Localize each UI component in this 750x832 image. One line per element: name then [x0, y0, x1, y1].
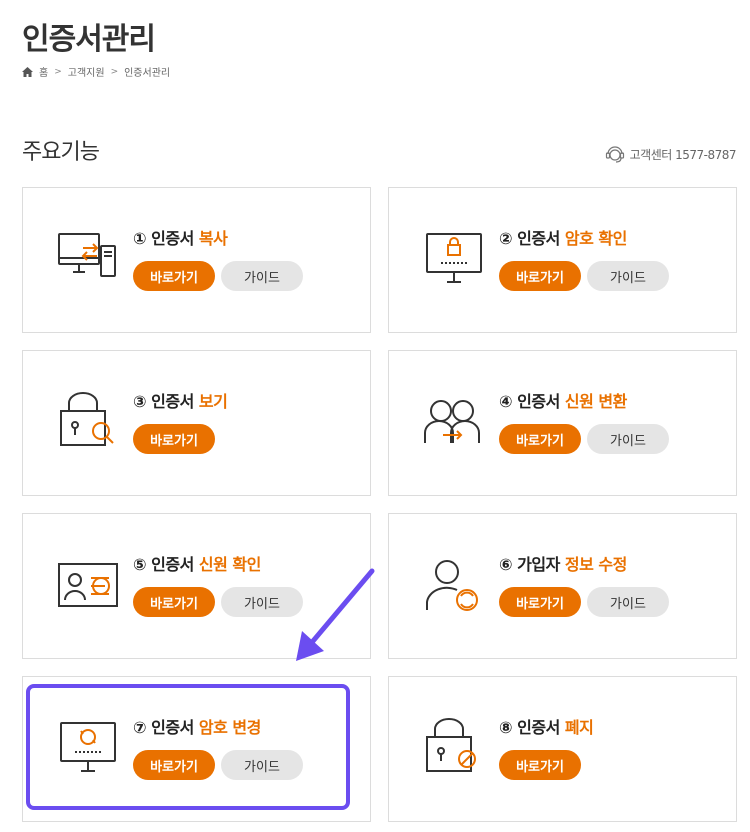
go-button[interactable]: 바로가기 — [133, 587, 215, 617]
guide-button[interactable]: 가이드 — [587, 587, 669, 617]
go-button[interactable]: 바로가기 — [499, 750, 581, 780]
annotation-arrow-icon — [296, 568, 375, 661]
card-title: ④ 인증서 신원 변환 — [499, 392, 627, 411]
pc-transfer-icon — [58, 233, 116, 277]
guide-button[interactable]: 가이드 — [587, 261, 669, 291]
card-cert-identity-convert: ④ 인증서 신원 변환 바로가기 가이드 — [388, 350, 737, 496]
go-button[interactable]: 바로가기 — [499, 424, 581, 454]
card-subscriber-info-edit: ⑥ 가입자 정보 수정 바로가기 가이드 — [388, 513, 737, 659]
breadcrumb-separator: > — [54, 66, 62, 77]
card-title: ② 인증서 암호 확인 — [499, 229, 627, 248]
headset-icon — [605, 146, 624, 163]
annotation-highlight-box — [26, 684, 350, 810]
go-button[interactable]: 바로가기 — [499, 261, 581, 291]
card-title: ③ 인증서 보기 — [133, 392, 228, 411]
breadcrumb-support[interactable]: 고객지원 — [68, 64, 105, 79]
card-title: ⑤ 인증서 신원 확인 — [133, 555, 261, 574]
customer-center: 고객센터 1577-8787 — [603, 142, 737, 166]
go-button[interactable]: 바로가기 — [133, 424, 215, 454]
lock-search-icon — [60, 392, 114, 446]
card-cert-view: ③ 인증서 보기 바로가기 — [22, 350, 371, 496]
id-card-icon — [58, 563, 118, 607]
card-title: ① 인증서 복사 — [133, 229, 228, 248]
card-cert-password-check: ② 인증서 암호 확인 바로가기 가이드 — [388, 187, 737, 333]
customer-center-label: 고객센터 1577-8787 — [629, 147, 737, 162]
card-title: ⑧ 인증서 폐지 — [499, 718, 594, 737]
lock-ban-icon — [426, 718, 476, 772]
users-transfer-icon — [424, 400, 480, 443]
section-title: 주요기능 — [22, 140, 100, 165]
guide-button[interactable]: 가이드 — [221, 261, 303, 291]
go-button[interactable]: 바로가기 — [133, 261, 215, 291]
card-cert-revoke: ⑧ 인증서 폐지 바로가기 — [388, 676, 737, 822]
breadcrumb-home[interactable]: 홈 — [39, 64, 48, 79]
go-button[interactable]: 바로가기 — [499, 587, 581, 617]
home-icon[interactable] — [22, 66, 33, 77]
card-cert-copy: ① 인증서 복사 바로가기 가이드 — [22, 187, 371, 333]
card-title: ⑥ 가입자 정보 수정 — [499, 555, 627, 574]
breadcrumb-separator: > — [110, 66, 119, 77]
breadcrumb: 홈 > 고객지원 > 인증서관리 — [22, 64, 170, 79]
breadcrumb-current: 인증서관리 — [124, 68, 171, 79]
guide-button[interactable]: 가이드 — [587, 424, 669, 454]
user-refresh-icon — [426, 560, 478, 611]
monitor-lock-icon — [426, 233, 482, 283]
page-title: 인증서관리 — [22, 22, 156, 57]
